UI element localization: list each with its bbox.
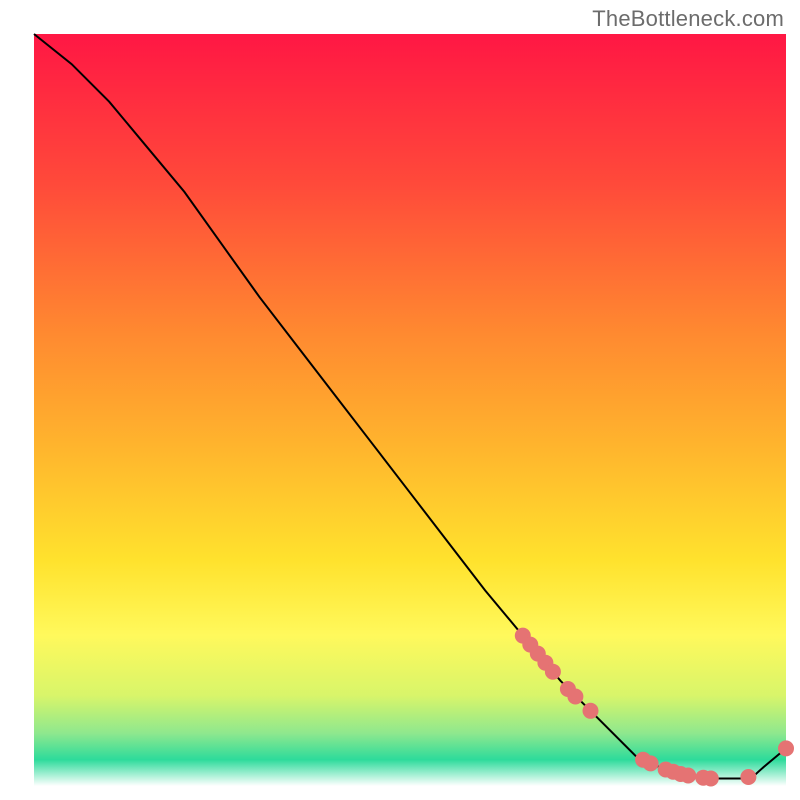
curve-marker — [545, 664, 561, 680]
curve-marker — [583, 703, 599, 719]
curve-marker — [567, 689, 583, 705]
bottleneck-chart — [0, 0, 800, 800]
curve-marker — [740, 769, 756, 785]
curve-marker — [778, 740, 794, 756]
chart-container: TheBottleneck.com — [0, 0, 800, 800]
watermark-text: TheBottleneck.com — [592, 6, 784, 32]
curve-marker — [680, 768, 696, 784]
curve-marker — [643, 755, 659, 771]
curve-marker — [703, 771, 719, 787]
